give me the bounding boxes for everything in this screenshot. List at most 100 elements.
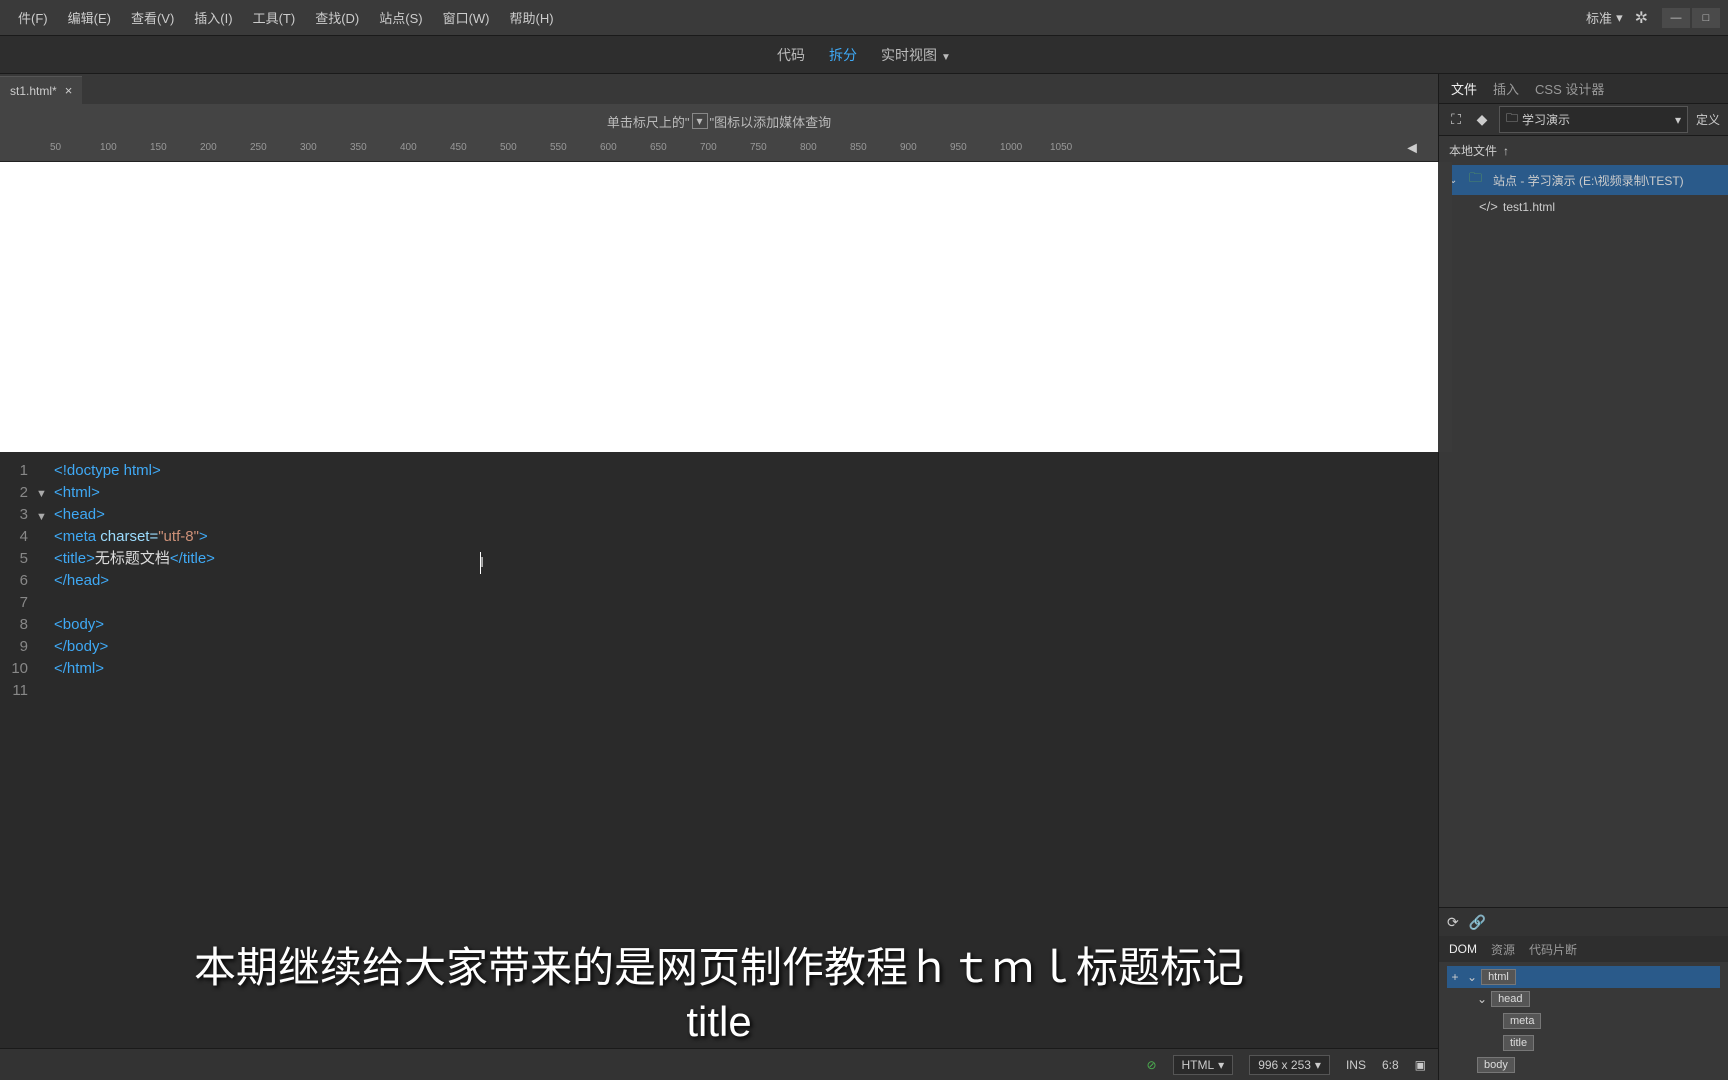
- ruler-tick: 650: [650, 142, 667, 153]
- file-tree: ⌄ 🗀 站点 - 学习演示 (E:\视频录制\TEST) </> test1.h…: [1439, 165, 1728, 907]
- code-line[interactable]: <title>无标题文档</title>: [54, 548, 1438, 570]
- code-line[interactable]: [54, 680, 1438, 702]
- line-number: 8: [0, 614, 28, 636]
- file-tab-label: st1.html*: [10, 84, 57, 98]
- dom-panel-tab[interactable]: DOM: [1449, 942, 1477, 956]
- close-icon[interactable]: ×: [65, 83, 73, 98]
- dom-panel-tab[interactable]: 代码片断: [1529, 941, 1577, 958]
- sort-icon[interactable]: ↑: [1503, 144, 1509, 158]
- panel-tab[interactable]: 文件: [1451, 79, 1477, 98]
- ruler[interactable]: 5010015020025030035040045050055060065070…: [0, 138, 1438, 162]
- language-selector[interactable]: HTML▾: [1173, 1055, 1234, 1075]
- ruler-marker-icon[interactable]: ◄: [1404, 140, 1420, 158]
- menu-item[interactable]: 帮助(H): [500, 0, 564, 35]
- menubar: 件(F)编辑(E)查看(V)插入(I)工具(T)查找(D)站点(S)窗口(W)帮…: [0, 0, 1728, 36]
- dom-node-html[interactable]: + ⌄ html: [1447, 966, 1720, 988]
- dom-node-head[interactable]: ⌄ head: [1447, 988, 1720, 1010]
- check-icon: ⊘: [1146, 1058, 1156, 1072]
- panel-tab[interactable]: CSS 设计器: [1535, 79, 1604, 98]
- define-server-button[interactable]: 定义: [1696, 111, 1720, 128]
- ruler-tick: 500: [500, 142, 517, 153]
- panel-icon[interactable]: ▣: [1415, 1058, 1426, 1072]
- ruler-tick: 850: [850, 142, 867, 153]
- fold-toggle: [36, 460, 54, 482]
- fold-toggle[interactable]: ▼: [36, 505, 54, 528]
- ruler-tick: 700: [700, 142, 717, 153]
- line-number: 7: [0, 592, 28, 614]
- code-line[interactable]: <meta charset="utf-8">: [54, 526, 1438, 548]
- ruler-tick: 1050: [1050, 142, 1072, 153]
- fold-toggle: [36, 660, 54, 682]
- line-number: 9: [0, 636, 28, 658]
- dimensions-display[interactable]: 996 x 253▾: [1249, 1055, 1330, 1075]
- code-line[interactable]: </head>: [54, 570, 1438, 592]
- minimize-button[interactable]: —: [1662, 8, 1690, 28]
- expand-icon[interactable]: ⛶: [1447, 111, 1465, 129]
- fold-toggle: [36, 550, 54, 572]
- tree-file[interactable]: </> test1.html: [1439, 195, 1728, 218]
- ruler-tick: 1000: [1000, 142, 1022, 153]
- fold-toggle: [36, 638, 54, 660]
- chevron-down-icon[interactable]: ⌄: [1477, 992, 1487, 1006]
- file-tab[interactable]: st1.html* ×: [0, 76, 82, 104]
- tree-label: test1.html: [1503, 200, 1555, 214]
- ruler-tick: 950: [950, 142, 967, 153]
- ruler-tick: 600: [600, 142, 617, 153]
- chevron-down-icon: ▾: [1616, 10, 1623, 26]
- dom-node-body[interactable]: body: [1447, 1054, 1720, 1076]
- files-panel: 文件插入CSS 设计器 ⛶ ◆ 🗀 学习演示 ▾ 定义 本地文件 ↑ ⌄ 🗀 站…: [1438, 74, 1728, 1080]
- view-tab[interactable]: 代码: [777, 45, 805, 65]
- add-icon[interactable]: +: [1447, 970, 1463, 984]
- menu-item[interactable]: 工具(T): [243, 0, 306, 35]
- cursor-position: 6:8: [1382, 1058, 1399, 1072]
- menu-item[interactable]: 查看(V): [121, 0, 184, 35]
- tree-site-root[interactable]: ⌄ 🗀 站点 - 学习演示 (E:\视频录制\TEST): [1439, 165, 1728, 195]
- chevron-down-icon: ▾: [1675, 113, 1681, 127]
- code-line[interactable]: [54, 592, 1438, 614]
- gear-icon[interactable]: ✲: [1635, 8, 1648, 28]
- maximize-button[interactable]: □: [1692, 8, 1720, 28]
- live-preview[interactable]: [0, 162, 1438, 452]
- line-number: 4: [0, 526, 28, 548]
- view-tab[interactable]: 实时视图▼: [881, 45, 951, 65]
- plus-icon: ▾: [692, 113, 708, 129]
- code-line[interactable]: <head>: [54, 504, 1438, 526]
- scrollbar[interactable]: [1438, 162, 1452, 452]
- file-tabs: st1.html* ×: [0, 74, 1438, 104]
- line-number: 3: [0, 504, 28, 526]
- menu-item[interactable]: 查找(D): [305, 0, 369, 35]
- dom-node-title[interactable]: title: [1447, 1032, 1720, 1054]
- insert-mode: INS: [1346, 1058, 1366, 1072]
- menu-item[interactable]: 件(F): [8, 0, 58, 35]
- code-editor[interactable]: 1234567891011 ▼▼ <!doctype html><html><h…: [0, 452, 1438, 1080]
- ruler-tick: 900: [900, 142, 917, 153]
- chevron-down-icon[interactable]: ⌄: [1467, 970, 1477, 984]
- menu-item[interactable]: 编辑(E): [58, 0, 121, 35]
- code-line[interactable]: <html>: [54, 482, 1438, 504]
- code-line[interactable]: <body>: [54, 614, 1438, 636]
- fold-toggle[interactable]: ▼: [36, 482, 54, 505]
- ruler-tick: 50: [50, 142, 61, 153]
- line-number: 2: [0, 482, 28, 504]
- menu-item[interactable]: 站点(S): [369, 0, 432, 35]
- code-icon: </>: [1479, 199, 1495, 214]
- tree-label: 站点 - 学习演示 (E:\视频录制\TEST): [1493, 172, 1684, 189]
- code-line[interactable]: </body>: [54, 636, 1438, 658]
- panel-tab[interactable]: 插入: [1493, 79, 1519, 98]
- site-dropdown[interactable]: 🗀 学习演示 ▾: [1499, 106, 1688, 133]
- code-line[interactable]: <!doctype html>: [54, 460, 1438, 482]
- view-tab[interactable]: 拆分: [829, 45, 857, 65]
- dom-node-meta[interactable]: meta: [1447, 1010, 1720, 1032]
- workspace-dropdown[interactable]: 标准▾: [1586, 8, 1623, 27]
- refresh-icon[interactable]: ⟳: [1447, 914, 1459, 931]
- code-line[interactable]: </html>: [54, 658, 1438, 680]
- menu-item[interactable]: 插入(I): [184, 0, 242, 35]
- ruler-tick: 200: [200, 142, 217, 153]
- diamond-icon[interactable]: ◆: [1473, 111, 1491, 129]
- dom-panel-tab[interactable]: 资源: [1491, 941, 1515, 958]
- menu-item[interactable]: 窗口(W): [433, 0, 500, 35]
- line-number: 10: [0, 658, 28, 680]
- media-query-hint: 单击标尺上的"▾"图标以添加媒体查询: [0, 104, 1438, 138]
- ruler-tick: 150: [150, 142, 167, 153]
- link-icon[interactable]: 🔗: [1469, 914, 1486, 931]
